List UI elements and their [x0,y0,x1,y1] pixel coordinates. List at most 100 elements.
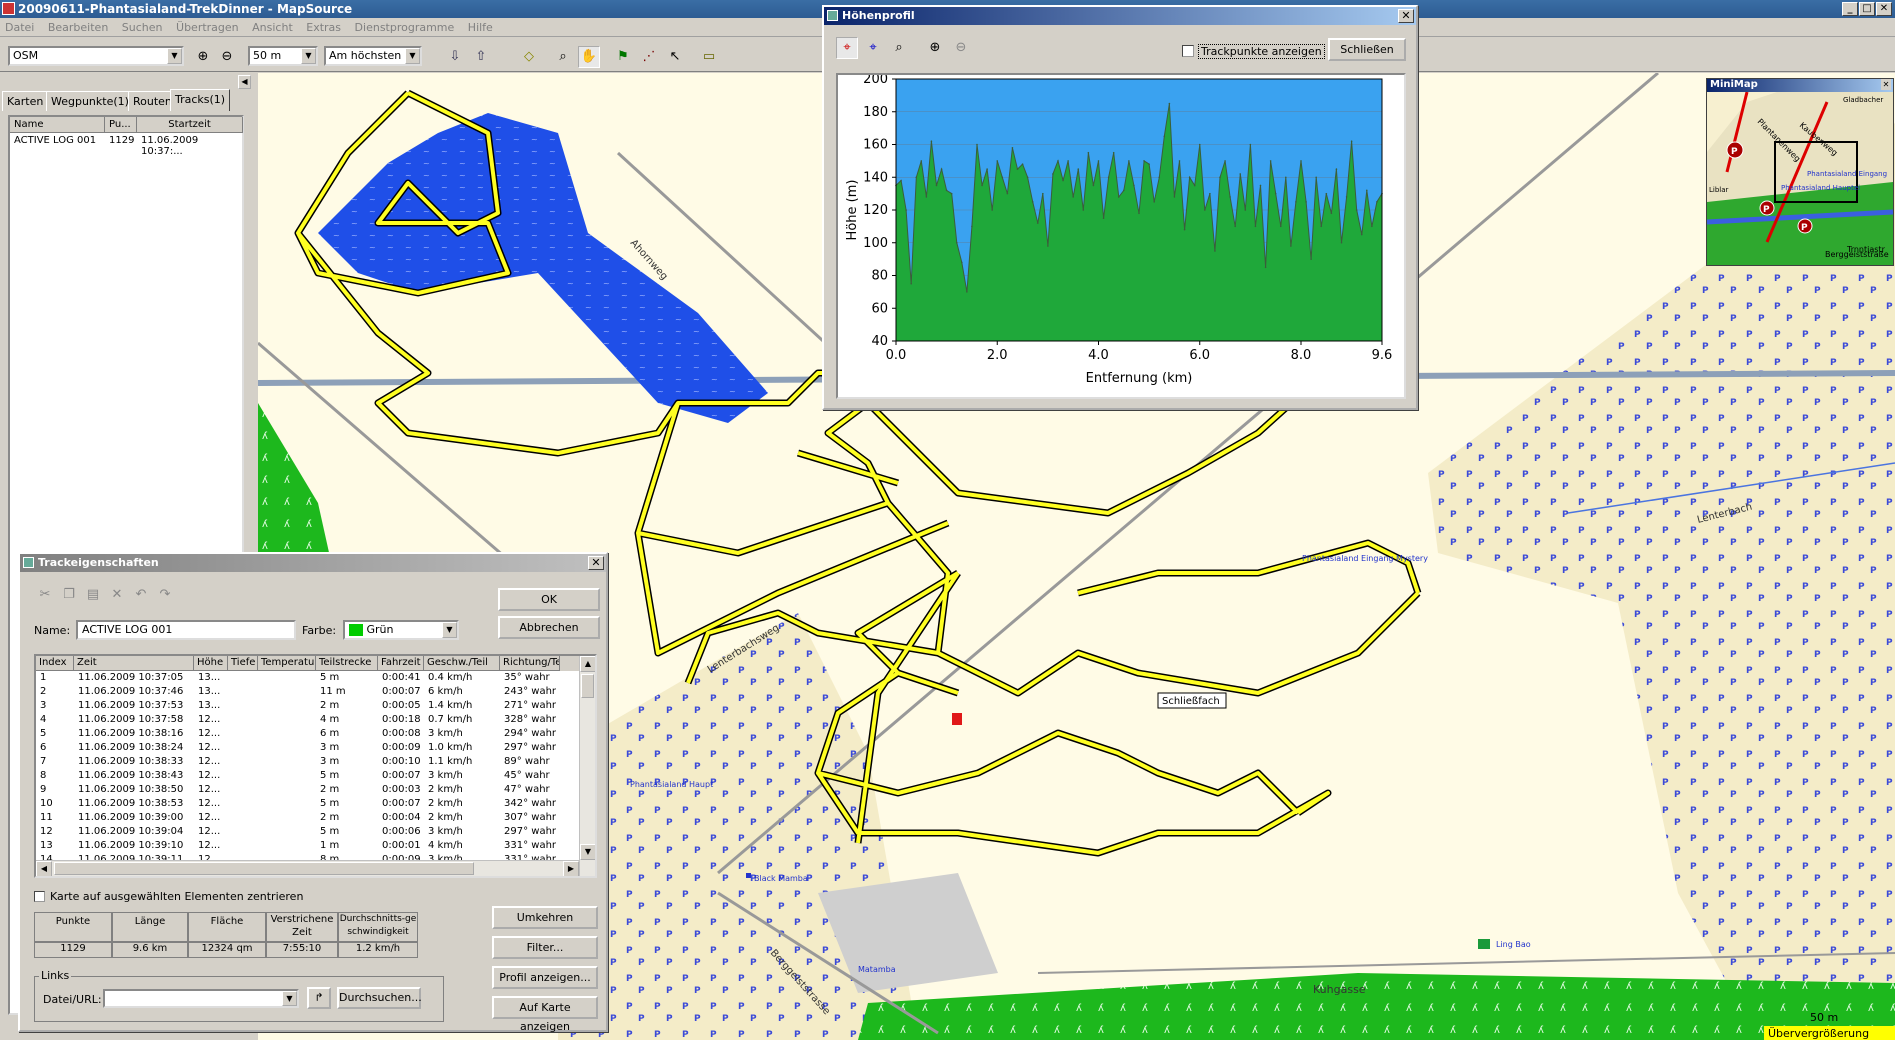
open-link-icon[interactable]: ↱ [307,987,331,1009]
close-icon[interactable]: ✕ [588,556,604,570]
table-row[interactable]: 4 11.06.2009 10:37:58 12... 4 m 0:00:18 0.7 k… [36,713,595,727]
col-points[interactable]: Pu... [105,117,137,133]
table-row[interactable]: 11 11.06.2009 10:39:00 12... 2 m 0:00:04 2 km… [36,811,595,825]
minimap-canvas[interactable]: Phantasialand Eingang Phantasialand Haup… [1706,91,1894,265]
vertical-scrollbar[interactable]: ▲ ▼ [579,656,595,876]
scroll-down-icon[interactable]: ▼ [580,844,595,860]
profile-close-button[interactable]: Schließen [1328,38,1406,61]
tab-wegpunkte[interactable]: Wegpunkte(1) [46,91,134,111]
col-header[interactable]: Geschw./Teil [424,656,500,671]
crosshair-tool-icon[interactable]: ⌖ [836,37,858,59]
trackpoints-checkbox[interactable] [1182,45,1194,57]
browse-button[interactable]: Durchsuchen... [337,987,422,1009]
zoom-in-button[interactable]: ⊕ [192,46,214,68]
menu-bearbeiten[interactable]: Bearbeiten [43,18,113,34]
elevation-chart-canvas[interactable]: 200 180 160 140 120 100 80 60 400.0 2.0 4.0 6.0 8.0 9… [838,72,1404,397]
cancel-button[interactable]: Abbrechen [498,616,600,639]
col-header[interactable]: Temperatur [258,656,316,671]
table-row[interactable]: 2 11.06.2009 10:37:46 13... 11 m 0:00:07 6 km… [36,685,595,699]
select-tool-icon[interactable]: ↖ [664,46,686,68]
col-name[interactable]: Name [10,117,105,133]
elevation-chart[interactable]: 200 180 160 140 120 100 80 60 40 0.0 2.0 4.0 6.0 8.0 9… [836,72,1406,399]
waypoint-tool-icon[interactable]: ⚑ [612,46,634,68]
receive-from-device-icon[interactable]: ⇩ [444,46,466,68]
col-header[interactable]: Höhe [194,656,228,671]
menu-ansicht[interactable]: Ansicht [247,18,298,34]
scroll-left-icon[interactable]: ◀ [36,861,52,876]
table-row[interactable]: 13 11.06.2009 10:39:10 12... 1 m 0:00:01 4 km… [36,839,595,853]
redo-icon[interactable]: ↷ [154,584,176,606]
cut-icon[interactable]: ✂ [34,584,56,606]
table-row[interactable]: 5 11.06.2009 10:38:16 12... 6 m 0:00:08 3 km/… [36,727,595,741]
chevron-down-icon[interactable]: ▼ [282,991,297,1006]
minimap-close-icon[interactable]: ✕ [1881,79,1891,90]
horizontal-scrollbar[interactable]: ◀ ▶ [36,860,579,876]
center-tool-icon[interactable]: ⌖ [862,37,884,59]
col-header[interactable]: Zeit [74,656,194,671]
menu-dienstprogramme[interactable]: Dienstprogramme [350,18,460,34]
poi-black-mamba-label[interactable]: Black Mamba [754,874,808,883]
menu-extras[interactable]: Extras [301,18,346,34]
chevron-down-icon[interactable]: ▼ [167,48,182,64]
menu-datei[interactable]: Datei [0,18,39,34]
chevron-down-icon[interactable]: ▼ [442,622,457,638]
col-header[interactable]: Index [36,656,74,671]
route-tool-icon[interactable]: ⋰ [638,46,660,68]
col-header[interactable]: Teilstrecke [316,656,378,671]
maximize-button[interactable]: □ [1859,2,1875,16]
poi-eingang-label[interactable]: Phantasialand Eingang Mystery [1302,554,1428,563]
zoom-tool-icon[interactable]: ⌕ [552,46,574,68]
zoom-in-icon[interactable]: ⊕ [924,37,946,59]
col-header[interactable]: Richtung/Te [500,656,560,671]
hand-tool-icon[interactable]: ✋ [578,46,600,68]
copy-icon[interactable]: ❐ [58,584,80,606]
tab-karten[interactable]: Karten [2,91,49,111]
scale-select[interactable]: 50 m ▼ [248,46,318,66]
ok-button[interactable]: OK [498,588,600,611]
zoom-out-icon[interactable]: ⊖ [950,37,972,59]
poi-ling-bao-label[interactable]: Ling Bao [1496,940,1531,949]
reverse-button[interactable]: Umkehren [492,906,598,929]
show-profile-button[interactable]: Profil anzeigen... [492,966,598,989]
table-row[interactable]: 7 11.06.2009 10:38:33 12... 3 m 0:00:10 1.1 k… [36,755,595,769]
minimap[interactable]: MiniMap ✕ Phantasialand Eingang Phantasi… [1706,78,1894,266]
table-row[interactable]: 6 11.06.2009 10:38:24 12... 3 m 0:00:09 1.0 k… [36,741,595,755]
detail-select[interactable]: Am höchsten ▼ [324,46,422,66]
center-map-checkbox[interactable] [34,891,45,902]
scroll-up-icon[interactable]: ▲ [580,656,595,672]
table-row[interactable]: 10 11.06.2009 10:38:53 12... 5 m 0:00:07 2 km… [36,797,595,811]
show-on-map-button[interactable]: Auf Karte anzeigen [492,996,598,1033]
paste-icon[interactable]: ▤ [82,584,104,606]
chevron-down-icon[interactable]: ▼ [405,48,420,64]
waypoint-flag-icon[interactable] [952,713,962,725]
url-field[interactable]: ▼ [103,989,299,1008]
map-tool-icon[interactable]: ◇ [518,46,540,68]
minimize-button[interactable]: _ [1842,2,1858,16]
menu-suchen[interactable]: Suchen [117,18,168,34]
trackpoints-label[interactable]: Trackpunkte anzeigen [1198,44,1325,59]
table-row[interactable]: 8 11.06.2009 10:38:43 12... 5 m 0:00:07 3 km/… [36,769,595,783]
scroll-thumb[interactable] [54,862,474,875]
undo-icon[interactable]: ↶ [130,584,152,606]
map-product-select[interactable]: OSM ▼ [8,46,184,66]
table-row[interactable]: 12 11.06.2009 10:39:04 12... 5 m 0:00:06 3 km… [36,825,595,839]
scroll-thumb[interactable] [581,674,594,698]
scroll-right-icon[interactable]: ▶ [563,861,579,876]
send-to-device-icon[interactable]: ⇧ [470,46,492,68]
col-start[interactable]: Startzeit [137,117,243,133]
close-icon[interactable]: ✕ [1398,9,1414,23]
name-field[interactable]: ACTIVE LOG 001 [76,620,296,640]
restaurant-icon[interactable] [1478,939,1490,949]
table-row[interactable]: 1 11.06.2009 10:37:05 13... 5 m 0:00:41 0.4 k… [36,671,595,685]
menu-uebertragen[interactable]: Übertragen [171,18,244,34]
menu-hilfe[interactable]: Hilfe [463,18,498,34]
filter-button[interactable]: Filter... [492,936,598,959]
table-row[interactable]: 9 11.06.2009 10:38:50 12... 2 m 0:00:03 2 km/… [36,783,595,797]
col-header[interactable]: Tiefe [228,656,258,671]
chevron-down-icon[interactable]: ▼ [301,48,316,64]
color-select[interactable]: Grün ▼ [343,620,459,640]
close-button[interactable]: ✕ [1876,2,1892,16]
track-row[interactable]: ACTIVE LOG 001 1129 11.06.2009 10:37:... [10,133,242,157]
poi-marker[interactable] [746,873,751,878]
delete-icon[interactable]: ✕ [106,584,128,606]
